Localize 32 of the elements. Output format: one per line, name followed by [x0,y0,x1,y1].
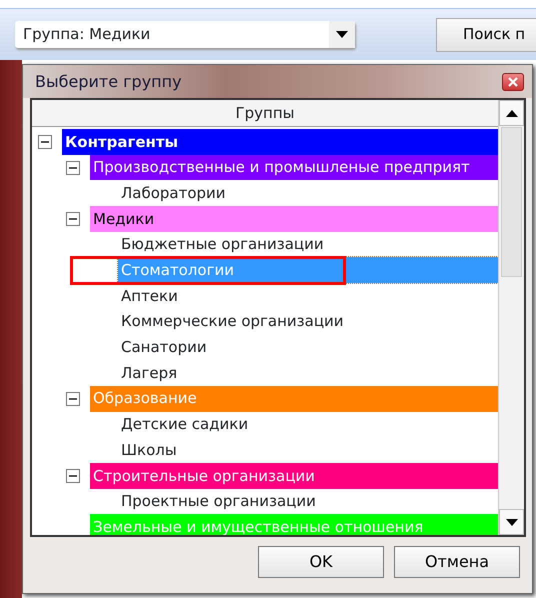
tree-item[interactable]: Коммерческие организации [118,308,498,334]
window-title: Выберите группу [35,70,182,92]
scroll-up-button[interactable] [499,100,524,126]
scroll-down-button[interactable] [499,509,524,535]
tree-item[interactable]: Школы [118,437,498,463]
tree-item[interactable]: Проектные организации [118,488,498,514]
close-icon [508,76,518,86]
tree-item[interactable]: Лаборатории [118,180,498,206]
tree-item[interactable]: Детские садики [118,412,498,438]
group-combo[interactable]: Группа: Медики [15,21,355,48]
cancel-button[interactable]: Отмена [394,546,520,578]
up-arrow-icon [506,110,518,116]
collapse-icon[interactable] [66,160,80,175]
tree-item[interactable]: Строительные организации [90,462,498,489]
collapse-icon[interactable] [66,392,80,406]
tree-item[interactable]: Контрагенты [62,129,498,155]
tree-item[interactable]: Лагеря [118,360,498,386]
dropdown-arrow-icon [336,31,348,38]
collapse-icon[interactable] [66,468,80,483]
tree-item[interactable]: Производственные и промышленые предприят [90,154,498,180]
search-button[interactable]: Поиск п [436,18,536,52]
column-header: Группы [32,100,498,127]
tree-item[interactable]: Санатории [118,334,498,360]
tree-item[interactable]: Медики [90,206,498,232]
collapse-icon[interactable] [38,134,52,149]
tree-item[interactable]: Аптеки [118,283,498,309]
scrollbar-thumb[interactable] [501,127,522,277]
close-button[interactable] [502,72,524,90]
ok-button[interactable]: OK [258,546,384,578]
down-arrow-icon [506,518,518,526]
collapse-icon[interactable] [66,212,80,226]
tree-item[interactable]: Бюджетные организации [118,232,498,258]
